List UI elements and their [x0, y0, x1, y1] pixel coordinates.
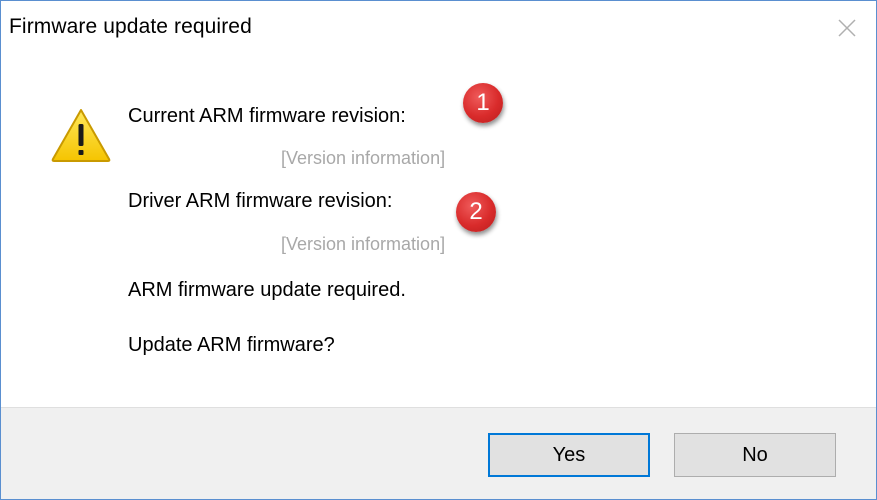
- annotation-badge-1: 1: [463, 83, 503, 123]
- current-version-info: [Version information]: [281, 148, 446, 168]
- annotation-badge-2: 2: [456, 192, 496, 232]
- driver-revision-label: Driver ARM firmware revision:: [128, 190, 393, 212]
- dialog-content: Current ARM firmware revision: 1 [Versio…: [1, 55, 876, 407]
- warning-icon: [51, 109, 111, 162]
- current-revision-label: Current ARM firmware revision:: [128, 105, 406, 127]
- title-bar: Firmware update required: [1, 1, 876, 55]
- no-button[interactable]: No: [674, 433, 836, 477]
- firmware-update-dialog: Firmware update required Current ARM fir…: [0, 0, 877, 500]
- button-bar: Yes No: [1, 407, 876, 499]
- dialog-title: Firmware update required: [9, 15, 252, 38]
- update-required-text: ARM firmware update required.: [128, 279, 406, 301]
- close-icon: [838, 19, 856, 37]
- close-button[interactable]: [832, 13, 862, 43]
- update-question-text: Update ARM firmware?: [128, 334, 335, 356]
- driver-version-info: [Version information]: [281, 234, 446, 254]
- yes-button[interactable]: Yes: [488, 433, 650, 477]
